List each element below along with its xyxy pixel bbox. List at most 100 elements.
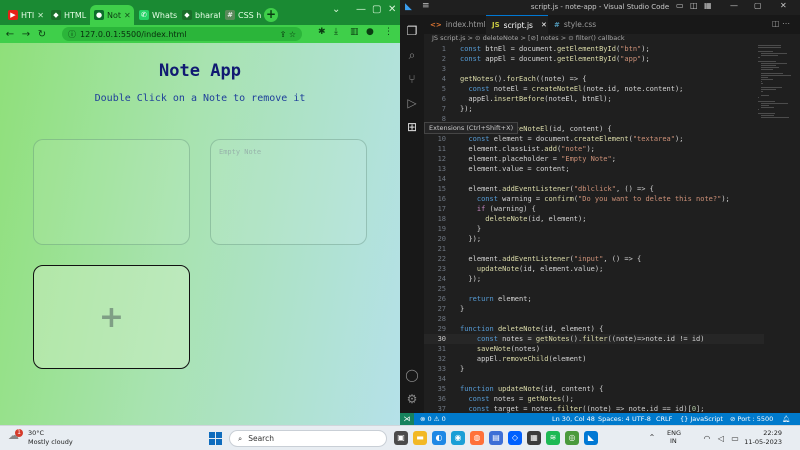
code-line[interactable]: 11 element.classList.add("note"); [424,144,764,154]
code-line[interactable]: 26 return element; [424,294,764,304]
more-menu-icon[interactable]: ⋮ [384,27,393,37]
layout-grid-icon[interactable]: ▦ [704,1,712,10]
code-line[interactable]: 13 element.value = content; [424,164,764,174]
browser-tab-whatsapp[interactable]: ✆ Whats [135,5,177,25]
code-line[interactable]: 29 function deleteNote(id, element) { [424,324,764,334]
wifi-icon[interactable]: ◠ [700,432,714,446]
source-control-icon[interactable]: ⑂ [404,71,420,87]
browser-tab-note-app[interactable]: ● Not ✕ [90,5,134,25]
close-icon[interactable]: ✕ [124,11,131,20]
edge-browser-icon[interactable]: ◐ [432,431,446,445]
browser-tab-css[interactable]: # CSS hu [221,5,261,25]
browser-tab-html[interactable]: ◆ HTML ✕ [47,5,89,25]
bell-icon[interactable]: 🔔︎ [782,415,790,423]
browser-tab-bharat[interactable]: ◆ bharat [178,5,220,25]
explorer-icon[interactable]: ❐ [404,23,420,39]
code-line[interactable]: 19 } [424,224,764,234]
system-clock[interactable]: 22:29 11-05-2023 [742,429,782,447]
code-line[interactable]: 24 }); [424,274,764,284]
run-debug-icon[interactable]: ▷ [404,95,420,111]
address-bar[interactable]: ⓘ 127.0.0.1:5500/index.html ⇪ ☆ [62,27,302,41]
layout-sidebar-icon[interactable]: ◫ [690,1,698,10]
chrome-icon[interactable]: ◎ [565,431,579,445]
code-line[interactable]: 18 deleteNote(id, element); [424,214,764,224]
code-line[interactable]: 7}); [424,104,764,114]
start-button[interactable] [209,432,222,445]
tab-script-js[interactable]: JS script.js ✕ [486,15,548,34]
code-line[interactable]: 31 saveNote(notes) [424,344,764,354]
live-server-port[interactable]: ⊘ Port : 5500 [730,415,773,423]
close-icon[interactable]: ✕ [388,4,396,15]
minimize-icon[interactable]: — [356,4,366,15]
minimap[interactable] [758,45,792,125]
code-line[interactable]: 12 element.placeholder = "Empty Note"; [424,154,764,164]
new-tab-button[interactable]: + [264,8,278,22]
language-indicator[interactable]: ENG IN [667,429,681,445]
note-textarea[interactable] [33,139,190,245]
file-explorer-icon[interactable]: ▬ [413,431,427,445]
code-line[interactable]: 25 [424,284,764,294]
spotify-icon[interactable]: ≋ [546,431,560,445]
close-icon[interactable]: ✕ [541,21,547,29]
battery-icon[interactable]: ▭ [728,432,742,446]
code-line[interactable]: 22 element.addEventListener("input", () … [424,254,764,264]
code-line[interactable]: 23 updateNote(id, element.value); [424,264,764,274]
code-line[interactable]: 32 appEl.removeChild(element) [424,354,764,364]
minimize-icon[interactable]: — [730,1,738,10]
code-line[interactable]: 3 [424,64,764,74]
close-icon[interactable]: ✕ [37,11,44,20]
taskbar-search[interactable]: ⌕ Search [229,430,387,447]
dropbox-icon[interactable]: ◇ [508,431,522,445]
code-line[interactable]: 5 const noteEl = createNoteEl(note.id, n… [424,84,764,94]
note-textarea[interactable] [210,139,367,245]
extension-puzzle-icon[interactable]: ✱ [318,27,326,37]
code-line[interactable]: 27} [424,304,764,314]
close-icon[interactable]: ✕ [780,1,787,10]
account-icon[interactable]: ◯ [404,367,420,383]
info-icon[interactable]: ⓘ [68,29,76,40]
search-icon[interactable]: ⌕ [404,47,420,63]
code-line[interactable]: 21 [424,244,764,254]
split-editor-icon[interactable]: ◫ ⋯ [772,19,790,28]
forward-arrow-icon[interactable]: → [18,29,34,40]
grid-app-icon[interactable]: ▦ [527,431,541,445]
language-mode[interactable]: {} JavaScript [680,415,723,423]
extensions-icon[interactable]: ⊞ [404,119,420,135]
store-icon[interactable]: ◉ [451,431,465,445]
browser-tab-youtube[interactable]: ▶ HTI ✕ [4,5,46,25]
tab-style-css[interactable]: # style.css [548,15,610,34]
code-line[interactable]: 14 [424,174,764,184]
eol-status[interactable]: CRLF [656,415,672,423]
share-star-icons[interactable]: ⇪ ☆ [280,30,296,39]
code-line[interactable]: 33} [424,364,764,374]
back-arrow-icon[interactable]: ← [2,29,18,40]
code-line[interactable]: 30 const notes = getNotes().filter((note… [424,334,764,344]
code-line[interactable]: 17 if (warning) { [424,204,764,214]
volume-icon[interactable]: ◁ [714,432,728,446]
code-line[interactable]: 36 const notes = getNotes(); [424,394,764,404]
code-line[interactable]: 4 getNotes().forEach((note) => { [424,74,764,84]
layout-panel-icon[interactable]: ▭ [676,1,684,10]
code-line[interactable]: 16 const warning = confirm("Do you want … [424,194,764,204]
reload-icon[interactable]: ↻ [34,29,50,40]
task-view-icon[interactable]: ▣ [394,431,408,445]
vscode-taskbar-icon[interactable]: ◣ [584,431,598,445]
problems-status[interactable]: ⊗ 0 ⚠ 0 [420,415,446,423]
maximize-icon[interactable]: ▢ [754,1,762,10]
code-line[interactable]: 34 [424,374,764,384]
profile-avatar[interactable]: ● [366,27,374,37]
chevron-up-icon[interactable]: ⌃ [645,431,659,445]
breadcrumb[interactable]: JS script.js > ⊙ deleteNote > [⊘] notes … [424,34,800,45]
sidebar-icon[interactable]: ▥ [350,27,359,37]
remote-icon[interactable]: ⋊ [400,413,414,425]
code-line[interactable]: 1 const btnEl = document.getElementById("… [424,45,764,54]
indentation-status[interactable]: Spaces: 4 [598,415,630,423]
encoding-status[interactable]: UTF-8 [632,415,651,423]
code-line[interactable]: 2 const appEl = document.getElementById("… [424,54,764,64]
code-line[interactable]: 35 function updateNote(id, content) { [424,384,764,394]
code-line[interactable]: 37 const target = notes.filter((note) =>… [424,404,764,413]
settings-gear-icon[interactable]: ⚙ [404,391,420,407]
code-line[interactable]: 15 element.addEventListener("dblclick", … [424,184,764,194]
firefox-icon[interactable]: ◍ [470,431,484,445]
code-line[interactable]: 6 appEl.insertBefore(noteEl, btnEl); [424,94,764,104]
